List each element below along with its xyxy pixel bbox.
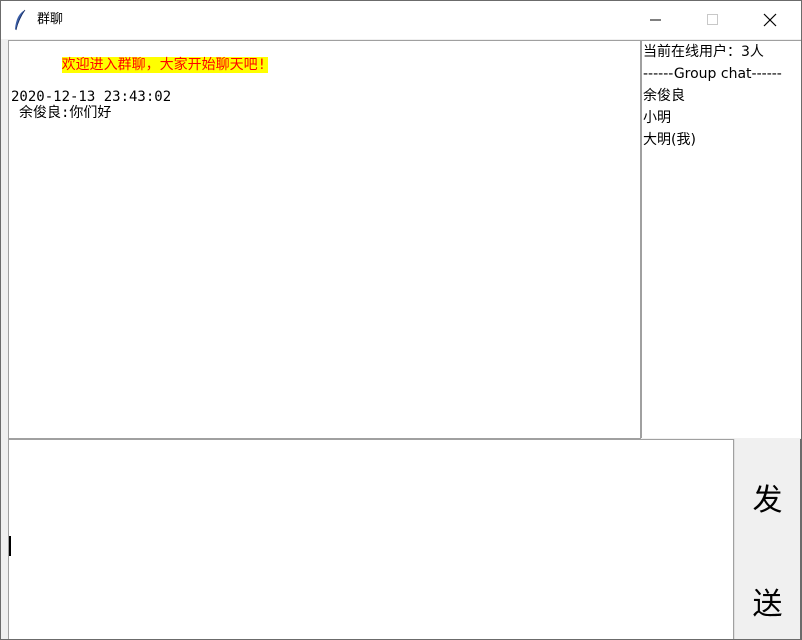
online-count: 当前在线用户：3人 — [643, 44, 764, 60]
user-list-item[interactable]: 小明 — [642, 107, 801, 129]
group-chat-separator: ------Group chat------ — [643, 66, 782, 82]
message-input[interactable] — [8, 439, 734, 639]
welcome-line: 欢迎进入群聊，大家开始聊天吧! — [9, 41, 640, 89]
chat-history[interactable]: 欢迎进入群聊，大家开始聊天吧! 2020-12-13 23:43:02 余俊良:… — [8, 40, 641, 439]
welcome-message: 欢迎进入群聊，大家开始聊天吧! — [61, 57, 269, 73]
user-list-item[interactable]: 大明(我) — [642, 129, 801, 151]
maximize-icon — [707, 14, 718, 25]
text-caret — [9, 536, 11, 556]
message-timestamp: 2020-12-13 23:43:02 — [11, 89, 172, 105]
online-users-panel[interactable]: 当前在线用户：3人 ------Group chat------ 余俊良 小明 … — [641, 40, 801, 438]
send-label-char-2: 送 — [752, 587, 783, 622]
close-icon — [763, 13, 777, 27]
user-list-item[interactable]: 余俊良 — [642, 85, 801, 107]
minimize-icon — [650, 19, 661, 21]
message-text: 余俊良:你们好 — [19, 105, 112, 121]
minimize-button[interactable] — [633, 1, 679, 39]
title-bar[interactable]: 群聊 — [1, 1, 801, 39]
window-title: 群聊 — [37, 12, 64, 27]
chat-window: 群聊 欢迎进入群聊，大家开始聊天吧! 2020-12-13 23:43:02 余… — [0, 0, 802, 640]
maximize-button[interactable] — [690, 1, 736, 39]
close-button[interactable] — [747, 1, 793, 39]
feather-icon — [15, 9, 26, 31]
send-button[interactable]: 发 送 — [734, 439, 801, 639]
send-label-char-1: 发 — [752, 483, 783, 518]
